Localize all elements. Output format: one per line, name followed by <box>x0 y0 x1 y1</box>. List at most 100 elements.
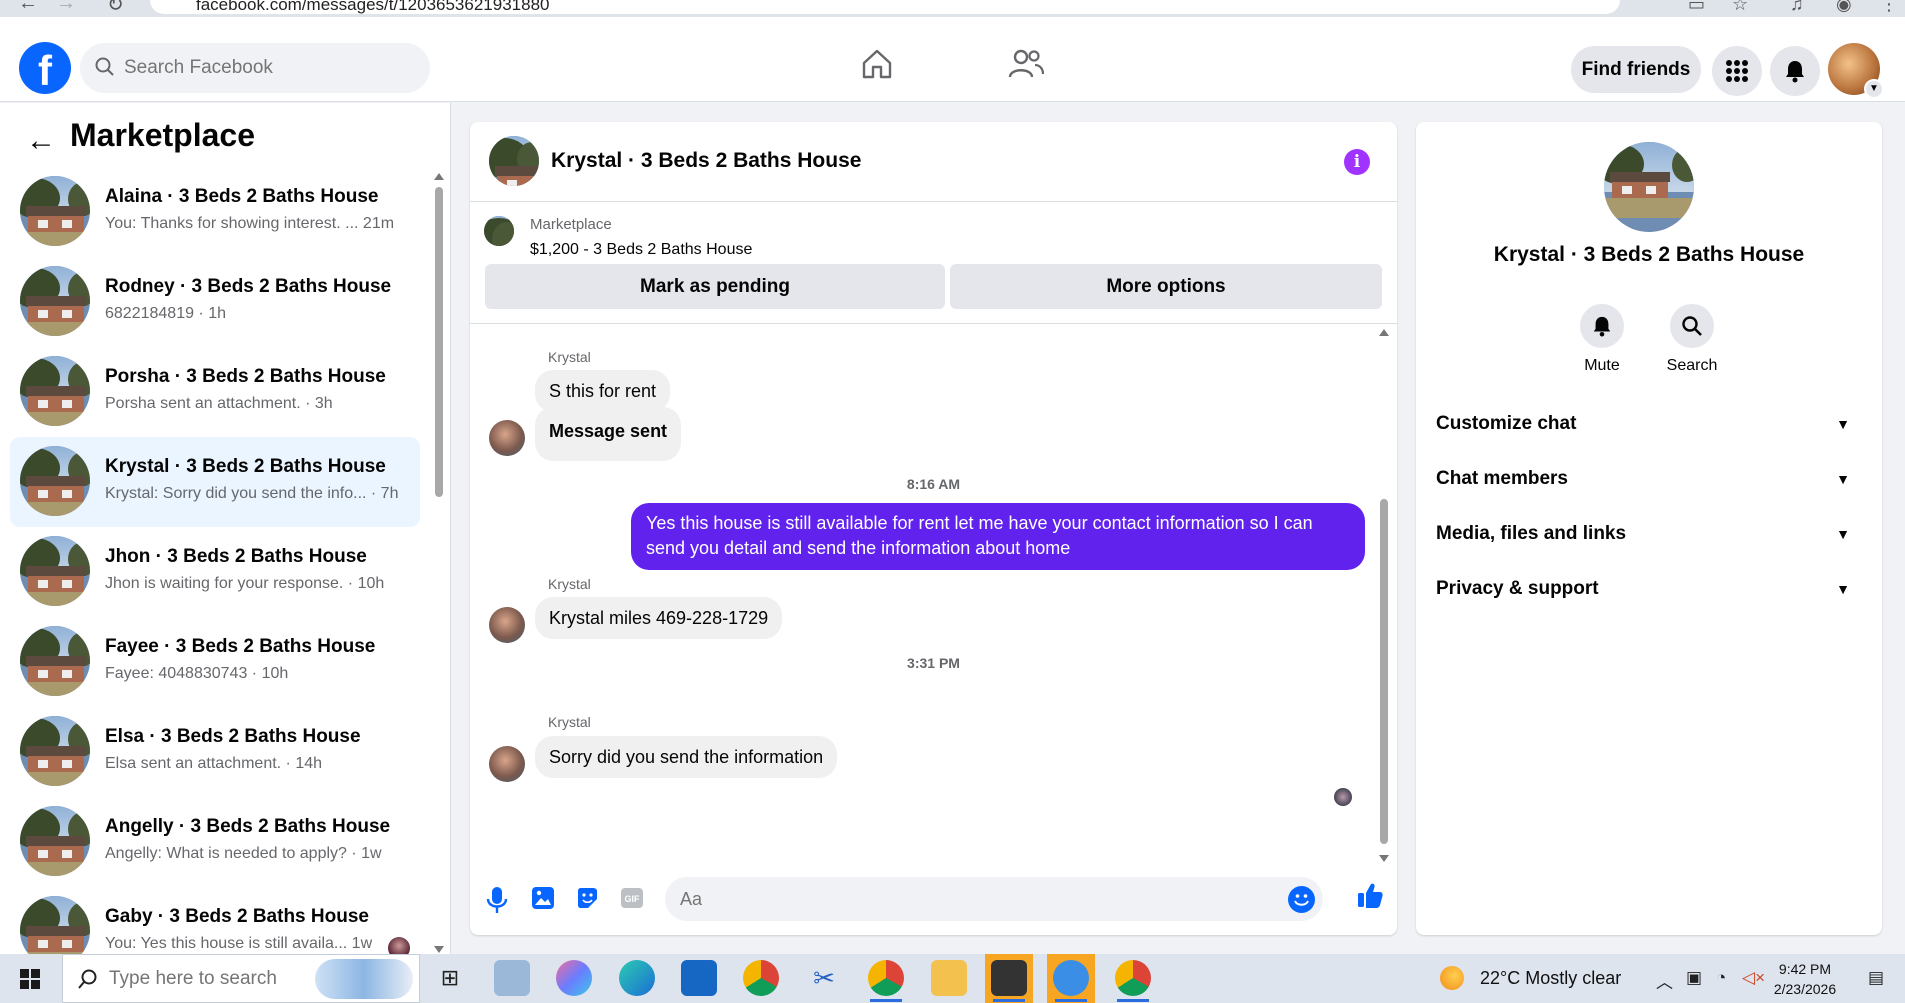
info-icon[interactable]: i <box>1344 149 1370 175</box>
customize-chat-row[interactable]: Customize chat ▼ <box>1436 402 1862 446</box>
photo-icon[interactable] <box>531 886 555 910</box>
listing-price[interactable]: $1,200 - 3 Beds 2 Baths House <box>530 241 752 259</box>
scroll-down-icon[interactable] <box>434 946 444 953</box>
conversation-item[interactable]: Fayee · 3 Beds 2 Baths House Fayee: 4048… <box>10 617 420 707</box>
chat-title[interactable]: Krystal · 3 Beds 2 Baths House <box>551 149 861 173</box>
message-bubble[interactable]: Sorry did you send the information <box>535 736 838 778</box>
listing-thumbnail[interactable] <box>484 216 514 246</box>
bell-icon <box>1593 316 1611 337</box>
scroll-thumb[interactable] <box>1380 499 1388 844</box>
conversation-item[interactable]: Porsha · 3 Beds 2 Baths House Porsha sen… <box>10 347 420 437</box>
back-arrow-icon[interactable]: ← <box>26 124 56 158</box>
search-in-chat-button[interactable]: Search <box>1652 304 1732 375</box>
task-view-icon[interactable]: ⊞ <box>432 960 468 996</box>
svg-text:GIF: GIF <box>625 894 641 904</box>
notifications-button[interactable] <box>1770 46 1820 96</box>
message-input-box[interactable] <box>665 877 1323 921</box>
chat-members-row[interactable]: Chat members ▼ <box>1436 457 1862 501</box>
photos-app-icon[interactable] <box>494 960 530 996</box>
scroll-thumb[interactable] <box>435 187 443 497</box>
my-message-bubble[interactable]: Yes this house is still available for re… <box>631 503 1365 570</box>
sender-avatar[interactable] <box>489 746 525 782</box>
friends-icon[interactable] <box>1008 47 1044 81</box>
listing-thumbnail[interactable] <box>489 136 539 186</box>
message-bubble[interactable]: Message sent <box>535 407 682 461</box>
facebook-logo-icon[interactable]: f <box>19 42 71 94</box>
bookmark-star-icon[interactable]: ☆ <box>1732 0 1748 15</box>
conversation-item[interactable]: Alaina · 3 Beds 2 Baths House You: Thank… <box>10 167 420 257</box>
search-icon <box>95 57 114 76</box>
notification-center-icon[interactable]: ▤ <box>1868 968 1884 988</box>
conversation-item[interactable]: Angelly · 3 Beds 2 Baths House Angelly: … <box>10 797 420 887</box>
sidebar-scrollbar[interactable] <box>432 173 446 953</box>
conversation-name: Rodney · 3 Beds 2 Baths House <box>105 276 392 297</box>
menu-button[interactable] <box>1712 46 1762 96</box>
menu-dots-icon[interactable]: ⋮ <box>1880 0 1898 15</box>
app-icon[interactable] <box>1053 960 1089 1002</box>
conversation-item-active[interactable]: Krystal · 3 Beds 2 Baths House Krystal: … <box>10 437 420 527</box>
chrome-icon[interactable] <box>743 960 779 996</box>
chevron-down-icon[interactable]: ▼ <box>1864 79 1884 99</box>
gif-icon[interactable]: GIF <box>620 886 644 910</box>
back-icon[interactable]: ← <box>18 0 38 15</box>
network-icon[interactable]: ◔ <box>1716 968 1726 988</box>
sender-avatar[interactable] <box>489 420 525 456</box>
search-input[interactable] <box>124 43 414 93</box>
conversation-preview: Porsha sent an attachment. · 3h <box>105 395 333 412</box>
scroll-up-icon[interactable] <box>1379 329 1389 336</box>
clock-time: 9:42 PM <box>1778 961 1832 977</box>
file-explorer-icon[interactable] <box>931 960 967 996</box>
home-icon[interactable] <box>860 47 894 81</box>
mute-label: Mute <box>1584 357 1620 374</box>
search-icon <box>1682 316 1702 336</box>
conversation-item[interactable]: Rodney · 3 Beds 2 Baths House 6822184819… <box>10 257 420 347</box>
weather-icon[interactable] <box>1440 966 1464 990</box>
taskbar-search[interactable] <box>62 954 420 1003</box>
privacy-support-row[interactable]: Privacy & support ▼ <box>1436 567 1862 611</box>
scroll-up-icon[interactable] <box>434 173 444 180</box>
scroll-down-icon[interactable] <box>1379 855 1389 862</box>
snipping-tool-icon[interactable]: ✂ <box>806 960 842 996</box>
listing-thumbnail <box>20 266 90 336</box>
more-options-button[interactable]: More options <box>950 264 1382 309</box>
weather-text[interactable]: 22°C Mostly clear <box>1480 968 1621 989</box>
forward-icon[interactable]: → <box>56 0 76 15</box>
facebook-search[interactable] <box>80 43 430 93</box>
edge-browser-icon[interactable] <box>619 960 655 996</box>
mute-button[interactable]: Mute <box>1562 304 1642 375</box>
profile-icon[interactable]: ◉ <box>1836 0 1852 15</box>
sticky-notes-icon[interactable] <box>991 960 1027 1002</box>
page-title: Marketplace <box>70 117 255 153</box>
chrome-icon-2[interactable] <box>1115 960 1151 1002</box>
message-bubble[interactable]: Krystal miles 469-228-1729 <box>535 597 783 639</box>
message-input[interactable] <box>680 877 1260 921</box>
row-label: Privacy & support <box>1436 578 1599 599</box>
media-icon[interactable]: ♫ <box>1790 0 1804 15</box>
sticker-icon[interactable] <box>575 886 599 910</box>
windows-start-icon[interactable] <box>20 969 40 989</box>
chrome-profile-icon[interactable] <box>868 960 904 1002</box>
conversation-item[interactable]: Jhon · 3 Beds 2 Baths House Jhon is wait… <box>10 527 420 617</box>
emoji-icon[interactable] <box>1288 886 1315 913</box>
meet-icon[interactable]: ▣ <box>1686 968 1702 988</box>
reload-icon[interactable]: ↻ <box>107 0 124 17</box>
conversation-name: Krystal · 3 Beds 2 Baths House <box>105 456 386 477</box>
find-friends-button[interactable]: Find friends <box>1571 46 1701 93</box>
media-files-links-row[interactable]: Media, files and links ▼ <box>1436 512 1862 556</box>
microphone-icon[interactable] <box>486 886 508 914</box>
profile-avatar[interactable]: ▼ <box>1828 43 1884 99</box>
conversation-item[interactable]: Elsa · 3 Beds 2 Baths House Elsa sent an… <box>10 707 420 797</box>
url-text[interactable]: facebook.com/messages/t/1203653621931880 <box>196 0 549 15</box>
install-icon[interactable]: ▭ <box>1688 0 1705 15</box>
outlook-icon[interactable] <box>681 960 717 996</box>
thumbs-up-icon[interactable] <box>1356 881 1384 909</box>
system-clock[interactable]: 9:42 PM 2/23/2026 <box>1760 959 1850 999</box>
sender-avatar[interactable] <box>489 607 525 643</box>
chevron-up-icon[interactable]: ︿ <box>1656 968 1673 993</box>
message-bubble[interactable]: S this for rent <box>535 370 671 412</box>
mark-as-pending-button[interactable]: Mark as pending <box>485 264 945 309</box>
copilot-icon[interactable] <box>556 960 592 996</box>
taskbar-search-input[interactable] <box>109 967 309 991</box>
chat-scrollbar[interactable] <box>1377 329 1391 862</box>
conversation-item[interactable]: Gaby · 3 Beds 2 Baths House You: Yes thi… <box>10 887 420 954</box>
